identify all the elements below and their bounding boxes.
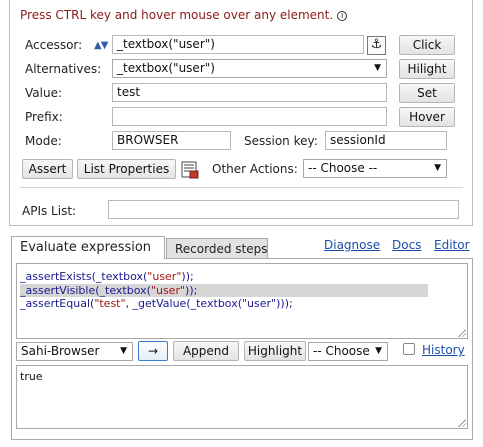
alternatives-label: Alternatives: xyxy=(25,62,102,76)
prefix-input[interactable] xyxy=(112,107,387,126)
accessor-panel: Press CTRL key and hover mouse over any … xyxy=(9,0,473,226)
docs-link[interactable]: Docs xyxy=(392,238,421,252)
browser-selected: Sahi-Browser xyxy=(21,344,100,358)
other-actions-label: Other Actions: xyxy=(212,162,298,176)
apis-list-label: APIs List: xyxy=(22,204,77,218)
code-line: _assertExists(_textbox("user")); xyxy=(20,270,194,283)
value-label: Value: xyxy=(25,86,62,100)
run-arrow-button[interactable]: → xyxy=(138,341,168,361)
assert-button[interactable]: Assert xyxy=(22,159,73,179)
resize-grip-icon[interactable] xyxy=(458,419,466,427)
mode-label: Mode: xyxy=(25,134,62,148)
instruction-hint: Press CTRL key and hover mouse over any … xyxy=(20,8,348,22)
set-button[interactable]: Set xyxy=(399,83,455,103)
session-key-label: Session key: xyxy=(244,134,318,148)
history-link[interactable]: History xyxy=(422,343,465,357)
anchor-icon[interactable]: ⚓ xyxy=(367,36,386,55)
dropdown-arrow-icon: ▼ xyxy=(375,346,382,356)
tab-recorded-steps[interactable]: Recorded steps xyxy=(166,238,268,259)
session-key-input[interactable]: sessionId xyxy=(325,131,447,150)
dropdown-arrow-icon: ▼ xyxy=(374,63,381,73)
list-properties-button[interactable]: List Properties xyxy=(77,159,176,179)
properties-icon[interactable] xyxy=(181,161,199,179)
code-line-selected: _assertVisible(_textbox("user")); xyxy=(20,283,428,297)
tab-evaluate-expression[interactable]: Evaluate expression xyxy=(11,236,165,259)
other-actions-select[interactable]: -- Choose -- ▼ xyxy=(303,159,447,178)
prefix-label: Prefix: xyxy=(25,110,63,124)
apis-list-input[interactable] xyxy=(108,200,459,219)
section-divider xyxy=(20,187,463,188)
accessor-label: Accessor: xyxy=(25,38,83,52)
up-down-arrows-icon[interactable]: ▲▼ xyxy=(94,40,108,51)
hover-button[interactable]: Hover xyxy=(399,107,455,127)
diagnose-link[interactable]: Diagnose xyxy=(324,238,380,252)
dropdown-arrow-icon: ▼ xyxy=(120,346,127,356)
choose-selected: -- Choose xyxy=(313,344,370,358)
editor-link[interactable]: Editor xyxy=(434,238,470,252)
mode-input[interactable]: BROWSER xyxy=(112,131,231,150)
info-icon: i xyxy=(337,11,348,21)
append-button[interactable]: Append xyxy=(173,341,239,361)
code-line: _assertEqual("test", _getValue(_textbox(… xyxy=(20,297,293,310)
result-output[interactable]: true xyxy=(16,365,468,429)
resize-grip-icon[interactable] xyxy=(458,329,466,337)
browser-select[interactable]: Sahi-Browser ▼ xyxy=(16,342,133,361)
value-input[interactable]: test xyxy=(112,83,387,102)
alternatives-selected: _textbox("user") xyxy=(117,61,215,75)
choose-select[interactable]: -- Choose ▼ xyxy=(308,342,388,361)
hint-text: Press CTRL key and hover mouse over any … xyxy=(20,8,334,22)
accessor-input[interactable]: _textbox("user") xyxy=(112,35,364,54)
sahi-controller: Press CTRL key and hover mouse over any … xyxy=(0,0,483,447)
result-text: true xyxy=(20,370,43,383)
history-checkbox[interactable] xyxy=(403,343,415,355)
hilight-button[interactable]: Hilight xyxy=(399,59,455,79)
expression-editor[interactable]: _assertExists(_textbox("user")); _assert… xyxy=(16,263,468,339)
other-actions-selected: -- Choose -- xyxy=(308,161,378,175)
click-button[interactable]: Click xyxy=(399,35,455,55)
highlight-button[interactable]: Highlight xyxy=(244,341,306,361)
alternatives-select[interactable]: _textbox("user") ▼ xyxy=(112,59,387,78)
dropdown-arrow-icon: ▼ xyxy=(434,163,441,173)
